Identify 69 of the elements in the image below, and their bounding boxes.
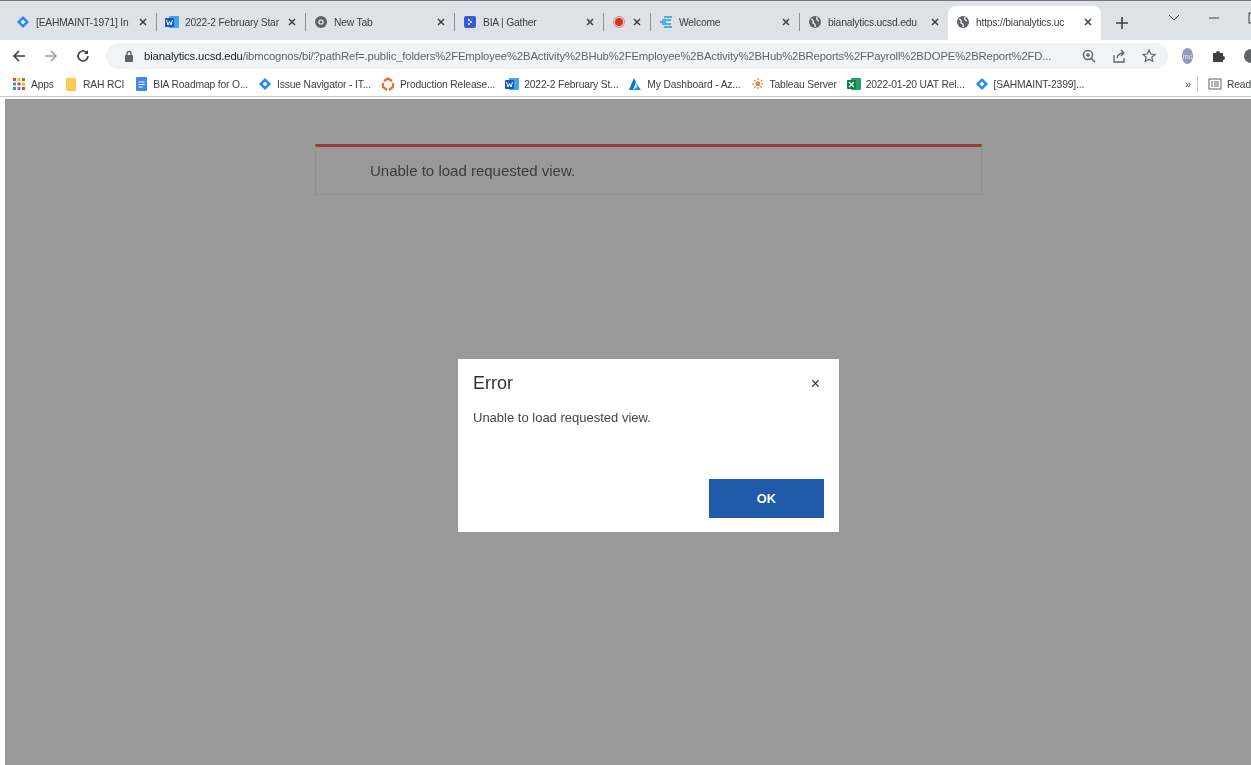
tab-title: https://bianalytics.uc <box>976 16 1066 28</box>
close-icon[interactable] <box>585 17 595 27</box>
tab-title: 2022-2 February Star <box>185 16 280 28</box>
chevron-down-icon[interactable] <box>1168 14 1180 22</box>
lines-icon <box>659 15 673 29</box>
share-icon[interactable] <box>1112 49 1126 63</box>
diamond-icon <box>974 77 989 91</box>
diamond-icon <box>258 77 273 91</box>
star-icon[interactable] <box>1142 49 1156 63</box>
document-icon <box>165 15 179 29</box>
list-icon <box>1207 77 1222 91</box>
ok-button[interactable]: OK <box>709 479 824 518</box>
bookmark[interactable]: RAH RCI <box>63 77 125 91</box>
browser-tab[interactable]: BIA | Gather <box>455 6 603 38</box>
dialog-title: Error <box>473 373 513 394</box>
close-icon[interactable] <box>436 17 446 27</box>
spreadsheet-icon <box>846 77 861 91</box>
forward-icon[interactable] <box>44 49 58 63</box>
square-icon <box>463 15 477 29</box>
bookmark[interactable]: Apps <box>12 77 54 91</box>
triangle-icon <box>628 77 643 91</box>
grid-icon <box>12 77 26 91</box>
browser-tab[interactable]: New Tab <box>306 6 454 38</box>
bookmark[interactable]: 2022-2 February St... <box>505 77 619 91</box>
close-icon[interactable] <box>1083 17 1093 27</box>
plus-icon[interactable] <box>1115 16 1129 30</box>
close-icon[interactable] <box>632 17 642 27</box>
dialog-message: Unable to load requested view. <box>473 410 652 425</box>
lock-icon <box>124 50 134 62</box>
globe-icon <box>808 15 822 29</box>
tab-title: Welcome <box>679 16 722 28</box>
bookmark[interactable]: Production Release... <box>380 77 496 91</box>
circle-icon <box>314 15 328 29</box>
url-text: bianalytics.ucsd.edu/ibmcognos/bi/?pathRef=.public_folders%2FEmployee%2BActivity%2BHub%2FEmployee%2BActivity%2BHub%2BReports%2FPayroll%2BDOPE%2BReport%2FD... <box>144 50 1053 62</box>
tab-title: bianalytics.ucsd.edu <box>828 16 918 28</box>
document-icon <box>134 77 149 91</box>
browser-tab[interactable]: https://bianalytics.uc <box>948 6 1101 40</box>
browser-tab[interactable]: [EAHMAINT-1971] In <box>8 6 156 38</box>
globe-icon <box>956 15 970 29</box>
close-icon[interactable] <box>930 17 940 27</box>
tab-title: BIA | Gather <box>483 16 538 28</box>
close-icon[interactable] <box>781 17 791 27</box>
banner-message: Unable to load requested view. <box>370 162 576 179</box>
diamond-icon <box>16 15 30 29</box>
bookmark[interactable]: BIA Roadmap for O... <box>134 77 249 91</box>
bookmark[interactable]: 2022-01-20 UAT Rel... <box>846 77 965 91</box>
folder-icon <box>63 77 78 91</box>
close-button[interactable]: × <box>806 374 824 393</box>
reading-list-button[interactable]: Read <box>1207 77 1251 91</box>
browser-tab[interactable]: Welcome <box>651 6 799 38</box>
tab-title: [EAHMAINT-1971] In <box>36 16 130 28</box>
bookmark[interactable]: [SAHMAINT-2399]... <box>974 77 1085 91</box>
ring-icon <box>380 77 395 91</box>
document-icon <box>505 77 520 91</box>
bookmark[interactable]: Issue Navigator - IT... <box>258 77 371 91</box>
address-bar[interactable]: bianalytics.ucsd.edu/ibmcognos/bi/?pathRef=.public_folders%2FEmployee%2BActivity%2BHub%2FEmployee%2BActivity%2BHub%2BReports%2FPayroll%2BDOPE%2BReport%2FD... <box>106 43 1168 69</box>
close-icon[interactable] <box>287 17 297 27</box>
reload-icon[interactable] <box>76 49 90 63</box>
tab-title: New Tab <box>334 16 374 28</box>
browser-tab[interactable]: 2022-2 February Star <box>157 6 305 38</box>
bookmark[interactable]: Tableau Server <box>750 77 837 91</box>
record-icon <box>612 15 626 29</box>
back-icon[interactable] <box>12 49 26 63</box>
browser-tab[interactable]: bianalytics.ucsd.edu <box>800 6 948 38</box>
zoom-icon[interactable] <box>1082 49 1096 63</box>
close-icon[interactable] <box>138 17 148 27</box>
bookmark[interactable]: My Dashboard - Az... <box>628 77 741 91</box>
more-bookmarks-button[interactable]: » <box>1185 78 1191 90</box>
puzzle-icon[interactable] <box>1211 49 1225 63</box>
